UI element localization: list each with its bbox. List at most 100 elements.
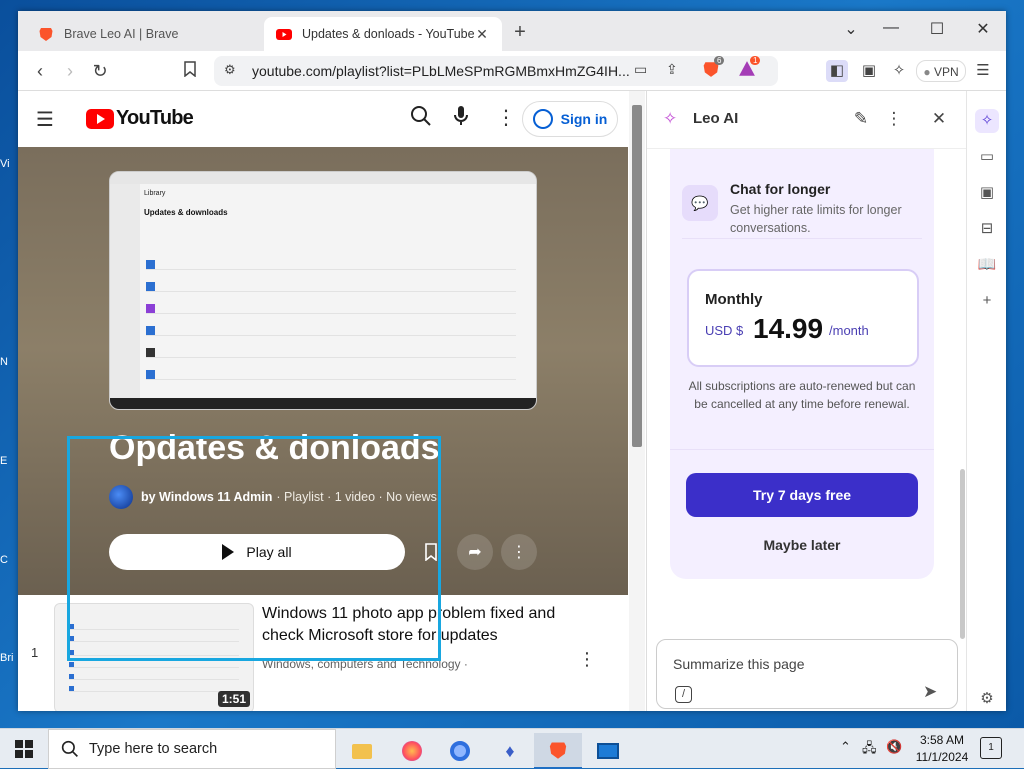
scrollbar-thumb[interactable]	[632, 105, 642, 447]
file-explorer-icon[interactable]	[338, 733, 386, 769]
monthly-plan-card[interactable]: Monthly USD $ 14.99 /month	[687, 269, 919, 367]
sign-in-label: Sign in	[560, 111, 608, 127]
video-more-icon[interactable]: ⋮	[578, 649, 596, 670]
leo-header: ✧ Leo AI ✎ ⋮ ✕	[647, 91, 967, 149]
account-icon	[532, 109, 553, 129]
maximize-icon[interactable]: ☐	[922, 19, 952, 39]
sidebar-bookmarks-icon[interactable]: ⊟	[975, 217, 999, 241]
share-playlist-icon[interactable]: ➦	[457, 534, 493, 570]
minimize-icon[interactable]: —	[876, 19, 906, 37]
thumb-library-text: Library	[144, 190, 166, 197]
back-icon[interactable]: ‹	[28, 59, 52, 83]
site-settings-icon[interactable]: ⚙	[224, 62, 236, 78]
playlist-thumbnail[interactable]: Library Updates & downloads	[109, 171, 537, 410]
reload-icon[interactable]: ↻	[88, 59, 112, 83]
new-chat-icon[interactable]: ✎	[850, 109, 872, 129]
playlist-video-row[interactable]: 1 1:51 Windows 11 photo app problem fixe…	[18, 595, 628, 711]
windows-logo-icon	[15, 740, 33, 758]
search-icon[interactable]	[410, 105, 432, 133]
sign-in-button[interactable]: Sign in	[522, 101, 618, 137]
play-all-button[interactable]: Play all	[109, 534, 405, 570]
playlist-owner[interactable]: by Windows 11 Admin	[141, 490, 272, 504]
volume-muted-icon[interactable]: 🔇	[886, 739, 902, 755]
video-title[interactable]: Windows 11 photo app problem fixed and c…	[262, 603, 582, 647]
tab-brave-leo[interactable]: Brave Leo AI | Brave	[26, 17, 264, 51]
tab-list-chevron-icon[interactable]: ⌄	[836, 19, 866, 39]
desktop-icon-label[interactable]: E	[0, 455, 18, 467]
maybe-later-button[interactable]: Maybe later	[686, 537, 918, 553]
brave-lion-icon	[39, 28, 53, 41]
wallet-icon[interactable]: ▣	[858, 60, 880, 82]
playlist-header: Library Updates & downloads Opdates & do…	[18, 147, 628, 595]
play-all-label: Play all	[246, 544, 292, 560]
microphone-icon[interactable]	[454, 105, 468, 132]
hamburger-menu-icon[interactable]: ☰	[36, 107, 54, 132]
toolbar: ‹ › ↻ ⚙ youtube.com/playlist?list=PLbLMe…	[18, 51, 1006, 91]
leo-icon[interactable]: ✧	[888, 60, 910, 82]
remote-desktop-icon[interactable]	[584, 733, 632, 769]
sidebar-reading-list-icon[interactable]: 📖	[975, 253, 999, 277]
channel-avatar[interactable]	[109, 485, 133, 509]
cast-icon[interactable]: ▭	[634, 61, 647, 78]
chat-bubble-icon: 💬	[682, 185, 718, 221]
plan-price: 14.99	[753, 313, 824, 344]
brave-taskbar-icon[interactable]	[534, 733, 582, 769]
youtube-logo[interactable]: YouTube	[86, 107, 194, 130]
save-playlist-icon[interactable]	[413, 534, 449, 570]
sidebar-wallet-icon[interactable]: ▣	[975, 181, 999, 205]
notification-icon[interactable]: 1	[980, 737, 1002, 759]
try-free-button[interactable]: Try 7 days free	[686, 473, 918, 517]
youtube-logo-text: YouTube	[116, 107, 194, 129]
playlist-more-icon[interactable]: ⋮	[501, 534, 537, 570]
taskbar-clock[interactable]: 3:58 AM 11/1/2024	[910, 732, 974, 766]
close-leo-icon[interactable]: ✕	[928, 109, 950, 129]
share-icon[interactable]: ⇪	[666, 61, 678, 78]
feature-item: 💬 Chat for longer Get higher rate limits…	[682, 157, 922, 239]
playlist-stats: · Playlist · 1 video · No views	[276, 490, 437, 504]
address-bar[interactable]: ⚙ youtube.com/playlist?list=PLbLMeSPmRGM…	[214, 56, 778, 86]
bookmark-icon[interactable]	[178, 59, 202, 83]
network-icon[interactable]: 🖧	[862, 739, 877, 761]
more-options-icon[interactable]: ⋮	[496, 105, 516, 130]
taskbar: Type here to search ♦ ⌃ 🖧 🔇 3:58 AM 11/1…	[0, 728, 1024, 769]
rewards-badge: 1	[750, 56, 761, 65]
plan-name: Monthly	[705, 291, 763, 308]
sidebar-leo-icon[interactable]: ✧	[975, 109, 999, 133]
slash-command-icon[interactable]: /	[675, 686, 692, 703]
tab-title: Updates & donloads - YouTube	[302, 27, 474, 41]
chrome-icon[interactable]	[436, 733, 484, 769]
vpn-button[interactable]: ● VPN	[916, 60, 966, 82]
forward-icon[interactable]: ›	[58, 59, 82, 83]
search-icon	[61, 740, 78, 757]
tray-overflow-icon[interactable]: ⌃	[840, 739, 851, 755]
youtube-icon	[276, 29, 292, 40]
leo-more-icon[interactable]: ⋮	[883, 109, 905, 129]
desktop-icon-label[interactable]: Bri	[0, 652, 18, 664]
desktop-icon-label[interactable]: Vi	[0, 158, 18, 170]
app-icon[interactable]: ♦	[486, 733, 534, 769]
desktop-icon-label[interactable]: C	[0, 554, 18, 566]
thumb-heading-text: Updates & downloads	[144, 208, 228, 217]
leo-input[interactable]: Summarize this page / ➤	[656, 639, 958, 709]
start-button[interactable]	[0, 729, 48, 769]
video-channel[interactable]: Windows, computers and Technology ·	[262, 657, 468, 671]
shields-badge: 6	[714, 56, 725, 65]
page-scrollbar[interactable]	[629, 91, 645, 711]
close-window-icon[interactable]: ✕	[968, 19, 998, 39]
sidebar-settings-icon[interactable]: ⚙	[975, 687, 999, 711]
sidebar-media-icon[interactable]: ▭	[975, 145, 999, 169]
clock-date: 11/1/2024	[915, 750, 969, 764]
playlist-meta: by Windows 11 Admin · Playlist · 1 video…	[109, 485, 437, 509]
sidebar-toggle-icon[interactable]: ◧	[826, 60, 848, 82]
close-tab-icon[interactable]: ✕	[474, 26, 490, 43]
sidebar-add-icon[interactable]: +	[975, 289, 999, 313]
leo-scrollbar[interactable]	[960, 469, 965, 639]
desktop-icon-label[interactable]: N	[0, 356, 18, 368]
new-tab-icon[interactable]: +	[510, 21, 530, 44]
menu-icon[interactable]: ☰	[972, 60, 994, 82]
firefox-icon[interactable]	[388, 733, 436, 769]
send-icon[interactable]: ➤	[923, 682, 937, 702]
browser-window: Brave Leo AI | Brave Updates & donloads …	[18, 11, 1006, 711]
tab-youtube[interactable]: Updates & donloads - YouTube ✕	[264, 17, 502, 51]
taskbar-search[interactable]: Type here to search	[48, 729, 336, 769]
